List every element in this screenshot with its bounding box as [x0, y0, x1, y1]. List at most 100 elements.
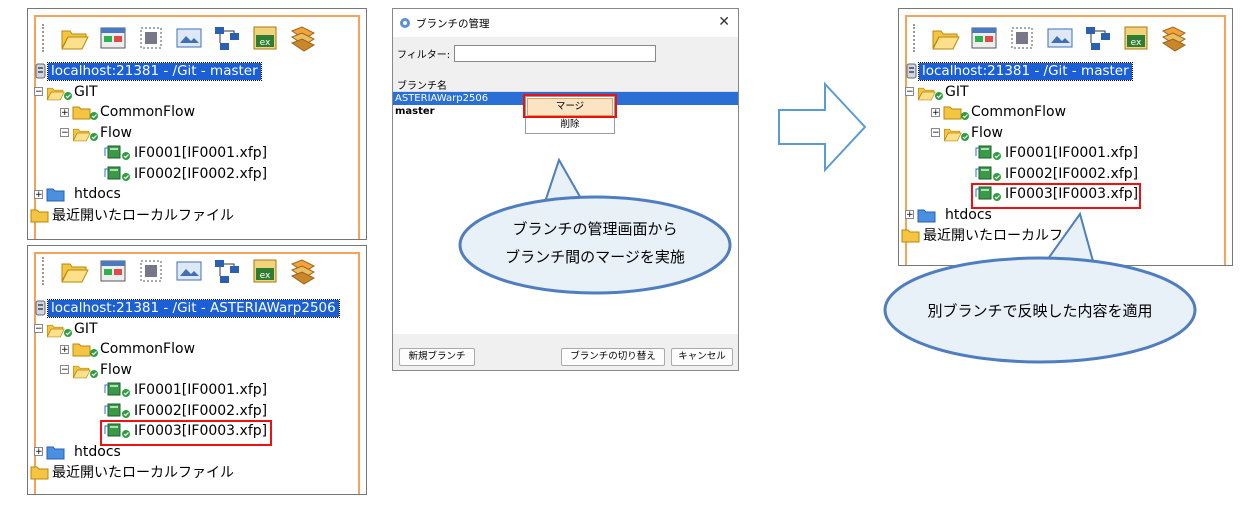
- image-icon[interactable]: [174, 23, 204, 53]
- folder-open-icon[interactable]: [60, 256, 90, 286]
- tree-node-flow[interactable]: − Flow: [34, 123, 364, 144]
- excel-icon[interactable]: [1121, 23, 1151, 53]
- file-label: IF0002[IF0002.xfp]: [1005, 165, 1139, 182]
- tree-file[interactable]: IF0001[IF0001.xfp]: [34, 380, 364, 401]
- folder-open-icon[interactable]: [60, 23, 90, 53]
- filter-input[interactable]: [454, 45, 657, 62]
- node-label: GIT: [945, 83, 969, 100]
- collapse-toggle[interactable]: −: [931, 128, 940, 138]
- toolbar: [42, 252, 318, 290]
- callout-line2: ブランチ間のマージを実施: [505, 248, 685, 266]
- node-label: GIT: [74, 83, 98, 100]
- flow-file-icon: [104, 166, 131, 182]
- server-icon: [906, 63, 917, 79]
- tree-node-recent[interactable]: 最近開いたローカルファイル: [30, 205, 364, 226]
- delete-menu-item[interactable]: 削除: [526, 117, 614, 133]
- collapse-toggle[interactable]: −: [60, 365, 69, 375]
- expand-toggle[interactable]: +: [34, 189, 43, 199]
- window-icon[interactable]: [98, 23, 128, 53]
- collapse-toggle[interactable]: −: [60, 128, 69, 138]
- callout-line1: ブランチの管理画面から: [512, 220, 677, 238]
- toolbar-grip[interactable]: [42, 24, 48, 52]
- tree-root[interactable]: localhost:21381 - /Git - master: [905, 61, 1230, 82]
- toolbar-grip[interactable]: [42, 257, 48, 285]
- resize-icon[interactable]: [136, 23, 166, 53]
- node-label: Flow: [100, 124, 132, 141]
- root-label[interactable]: localhost:21381 - /Git - master: [918, 61, 1133, 81]
- tree-file[interactable]: IF0001[IF0001.xfp]: [34, 143, 364, 164]
- node-label: 最近開いたローカルファイル: [52, 465, 234, 482]
- folder-icon: [72, 365, 99, 379]
- node-label: GIT: [74, 320, 98, 337]
- folder-icon: [72, 106, 99, 121]
- root-label[interactable]: localhost:21381 - /Git - master: [47, 61, 262, 81]
- tree-view: localhost:21381 - /Git - master − GIT + Co…: [30, 61, 364, 225]
- folder-open-icon[interactable]: [931, 23, 961, 53]
- toolbar: [913, 19, 1189, 57]
- flow-icon[interactable]: [288, 256, 318, 286]
- collapse-toggle[interactable]: −: [34, 87, 43, 97]
- folder-icon: [30, 466, 49, 480]
- expand-toggle[interactable]: +: [34, 447, 43, 457]
- tree-file[interactable]: IF0002[IF0002.xfp]: [34, 164, 364, 185]
- tree-node-git[interactable]: − GIT: [34, 82, 364, 103]
- expand-toggle[interactable]: +: [60, 107, 69, 117]
- tree-file[interactable]: IF0002[IF0002.xfp]: [34, 401, 364, 422]
- flow-file-icon: [104, 382, 131, 398]
- folder-icon: [72, 343, 99, 358]
- tree-root[interactable]: localhost:21381 - /Git - master: [34, 61, 364, 82]
- cancel-button[interactable]: キャンセル: [671, 348, 733, 366]
- node-label: CommonFlow: [100, 104, 196, 121]
- tree-node-git[interactable]: − GIT: [34, 319, 364, 340]
- close-icon[interactable]: ✕: [718, 14, 730, 30]
- tree-node-flow[interactable]: − Flow: [905, 123, 1230, 144]
- network-icon[interactable]: [1083, 23, 1113, 53]
- network-icon[interactable]: [212, 23, 242, 53]
- flow-icon[interactable]: [288, 23, 318, 53]
- root-label[interactable]: localhost:21381 - /Git - ASTERIAWarp2506: [47, 298, 340, 318]
- image-icon[interactable]: [174, 256, 204, 286]
- window-icon[interactable]: [969, 23, 999, 53]
- highlight-box: [100, 420, 272, 446]
- new-branch-button[interactable]: 新規ブランチ: [399, 348, 475, 366]
- tree-node-commonflow[interactable]: + CommonFlow: [34, 339, 364, 360]
- excel-icon[interactable]: [250, 23, 280, 53]
- resize-icon[interactable]: [1007, 23, 1037, 53]
- image-icon[interactable]: [1045, 23, 1075, 53]
- file-label: IF0002[IF0002.xfp]: [134, 165, 268, 182]
- tree-node-git[interactable]: − GIT: [905, 82, 1230, 103]
- expand-toggle[interactable]: +: [60, 344, 69, 354]
- flow-icon[interactable]: [1159, 23, 1189, 53]
- flow-file-icon: [104, 403, 131, 419]
- node-label: CommonFlow: [971, 104, 1067, 121]
- server-icon: [35, 300, 46, 316]
- tree-node-htdocs[interactable]: + htdocs: [34, 184, 364, 205]
- tree-file[interactable]: IF0002[IF0002.xfp]: [905, 164, 1230, 185]
- collapse-toggle[interactable]: −: [905, 87, 914, 97]
- node-label: Flow: [971, 124, 1003, 141]
- folder-blue-icon: [46, 188, 65, 202]
- explorer-panel-branch: localhost:21381 - /Git - ASTERIAWarp2506…: [27, 245, 367, 495]
- tree-root[interactable]: localhost:21381 - /Git - ASTERIAWarp2506: [34, 298, 364, 319]
- collapse-toggle[interactable]: −: [34, 324, 43, 334]
- flow-file-icon: [104, 145, 131, 161]
- network-icon[interactable]: [212, 256, 242, 286]
- node-label: CommonFlow: [100, 341, 196, 358]
- tree-node-commonflow[interactable]: + CommonFlow: [905, 102, 1230, 123]
- callout-dialog: ブランチの管理画面から ブランチ間のマージを実施: [458, 157, 732, 295]
- window-icon[interactable]: [98, 256, 128, 286]
- tree-node-recent[interactable]: 最近開いたローカルファイル: [30, 462, 364, 483]
- resize-icon[interactable]: [136, 256, 166, 286]
- switch-branch-button[interactable]: ブランチの切り替え: [561, 348, 665, 366]
- tree-node-flow[interactable]: − Flow: [34, 360, 364, 381]
- expand-toggle[interactable]: +: [931, 107, 940, 117]
- toolbar-grip[interactable]: [913, 24, 919, 52]
- folder-icon: [72, 128, 99, 142]
- flow-file-icon: [975, 166, 1002, 182]
- explorer-panel-before: localhost:21381 - /Git - master − GIT + Co…: [27, 8, 367, 240]
- file-label: IF0001[IF0001.xfp]: [134, 145, 268, 162]
- callout-result: 別ブランチで反映した内容を適用: [883, 211, 1197, 364]
- tree-node-commonflow[interactable]: + CommonFlow: [34, 102, 364, 123]
- tree-file[interactable]: IF0001[IF0001.xfp]: [905, 143, 1230, 164]
- excel-icon[interactable]: [250, 256, 280, 286]
